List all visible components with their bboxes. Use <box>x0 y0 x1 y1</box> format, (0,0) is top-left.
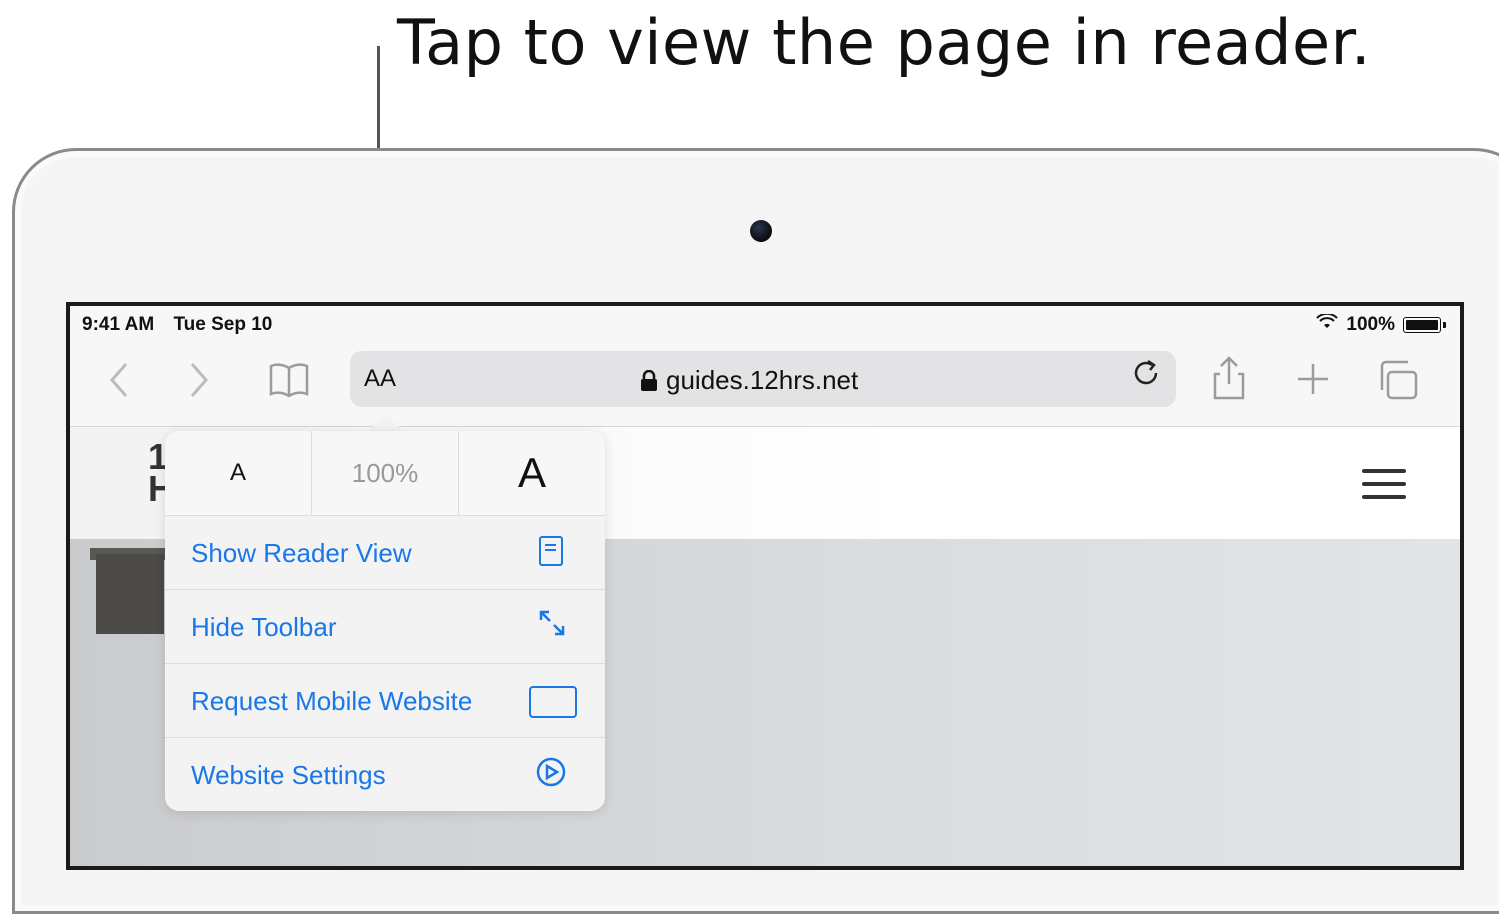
battery-icon <box>1403 317 1441 333</box>
battery-tip <box>1443 322 1446 328</box>
status-date: Tue Sep 10 <box>173 314 273 335</box>
camera-icon <box>750 220 772 242</box>
wifi-icon <box>1316 312 1339 336</box>
menu-item-request-mobile-website[interactable]: Request Mobile Website <box>165 664 605 738</box>
book-icon[interactable] <box>268 362 310 405</box>
menu-item-label: Website Settings <box>191 760 386 790</box>
lock-icon <box>641 369 657 391</box>
address-bar[interactable]: AA guides.12hrs.net <box>350 351 1176 407</box>
tabs-icon[interactable] <box>1376 360 1418 407</box>
text-size-button[interactable]: AA <box>364 365 396 393</box>
chevron-right-icon[interactable] <box>186 360 212 407</box>
expand-icon <box>537 608 567 644</box>
status-time: 9:41 AM <box>82 314 155 335</box>
url-display[interactable]: guides.12hrs.net <box>640 365 858 396</box>
menu-item-label: Hide Toolbar <box>191 612 337 642</box>
menu-item-label: Show Reader View <box>191 538 412 568</box>
device-icon <box>529 686 577 718</box>
settings-icon <box>535 756 567 794</box>
tower-image <box>96 554 164 634</box>
callout-text: Tap to view the page in reader. <box>397 6 1372 79</box>
plus-icon[interactable] <box>1296 362 1330 403</box>
menu-item-website-settings[interactable]: Website Settings <box>165 738 605 811</box>
menu-item-hide-toolbar[interactable]: Hide Toolbar <box>165 590 605 664</box>
increase-font-button[interactable]: A <box>458 431 605 515</box>
decrease-font-button[interactable]: A <box>165 431 311 515</box>
status-right: 100% <box>1316 312 1446 336</box>
share-icon[interactable] <box>1212 356 1246 407</box>
battery-percent: 100% <box>1346 314 1395 335</box>
chevron-left-icon[interactable] <box>106 360 132 407</box>
page-menu-popover: A 100% A Show Reader View Hide Toolbar R… <box>165 431 605 811</box>
hamburger-icon[interactable] <box>1362 469 1406 508</box>
reload-icon[interactable] <box>1132 359 1162 398</box>
status-bar: 9:41 AM Tue Sep 10 <box>82 314 286 336</box>
text-size-label: AA <box>364 365 397 392</box>
screen: 9:41 AM Tue Sep 10 100% AA guides.12hrs.… <box>66 302 1464 870</box>
menu-item-label: Request Mobile Website <box>191 686 473 716</box>
url-text: guides.12hrs.net <box>666 365 859 395</box>
zoom-level: 100% <box>311 431 458 515</box>
font-size-row: A 100% A <box>165 431 605 516</box>
safari-toolbar: AA guides.12hrs.net <box>70 346 1460 427</box>
menu-item-show-reader-view[interactable]: Show Reader View <box>165 516 605 590</box>
popover-caret <box>368 414 404 432</box>
reader-icon <box>539 536 563 566</box>
